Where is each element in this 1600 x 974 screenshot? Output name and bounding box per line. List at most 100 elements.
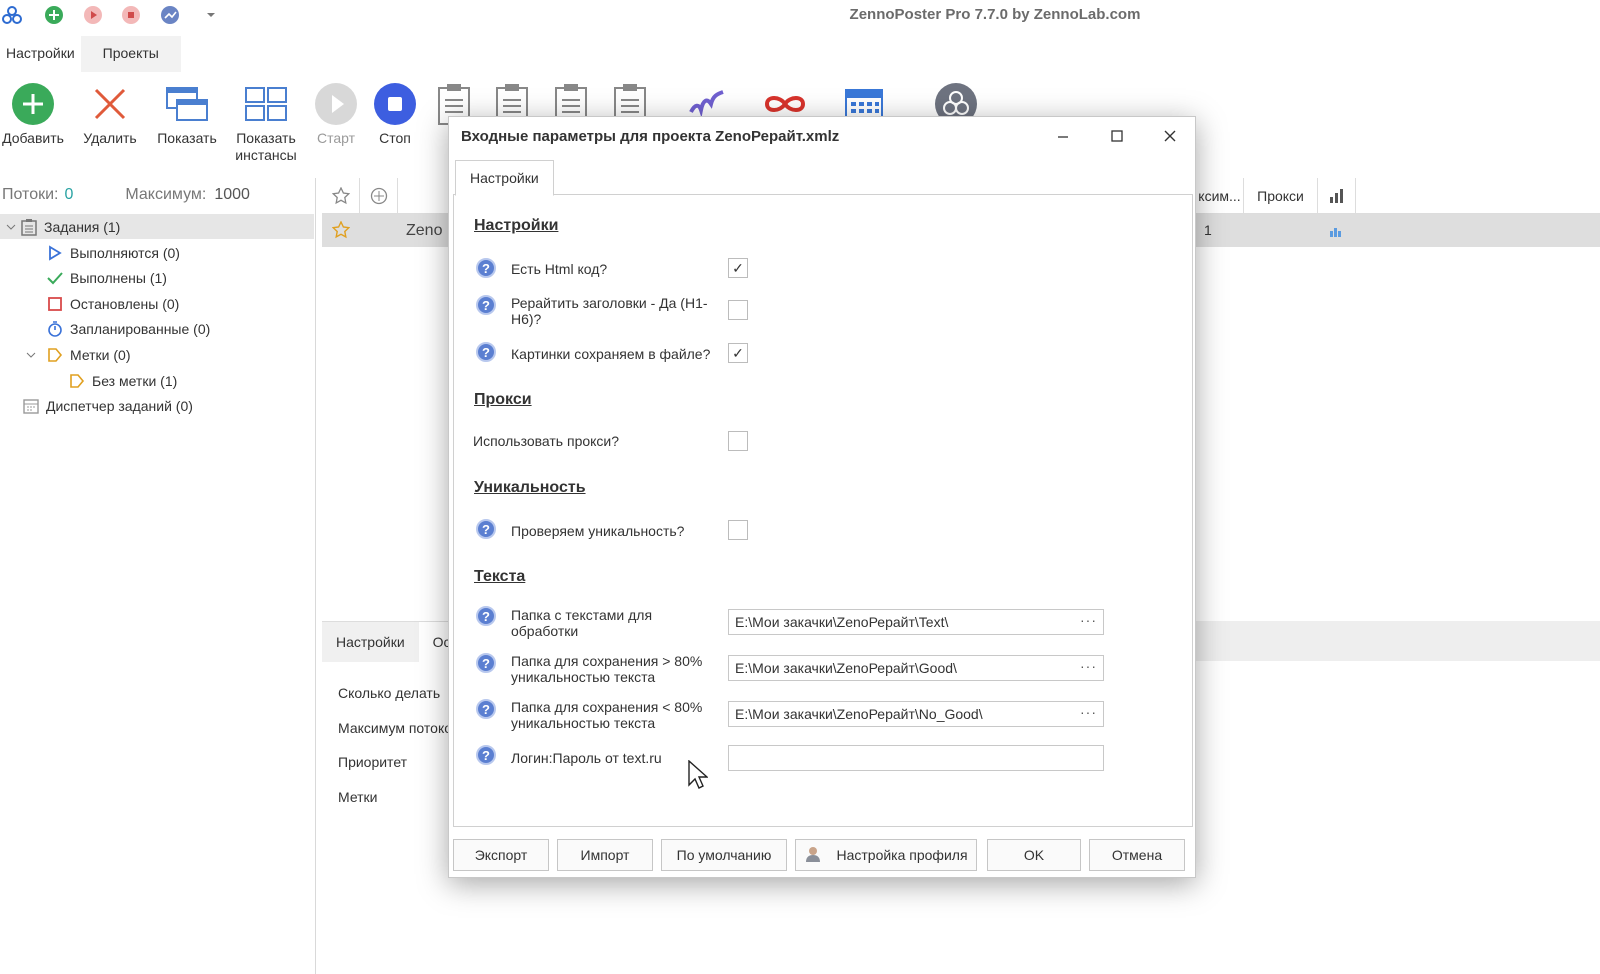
defaults-button[interactable]: По умолчанию — [661, 839, 787, 871]
threads-bar: Потоки: 0 Максимум: 1000 — [0, 178, 315, 212]
help-icon[interactable]: ? — [476, 606, 496, 626]
browse-button[interactable]: ··· — [1080, 702, 1097, 724]
check-unique-label: Проверяем уникальность? — [511, 523, 685, 539]
html-code-label: Есть Html код? — [511, 261, 608, 277]
play-outline-icon — [46, 244, 64, 262]
tree-item-task-manager[interactable]: Диспетчер заданий (0) — [0, 393, 193, 418]
section-texts-heading: Текста — [474, 568, 526, 585]
tag-icon — [46, 346, 64, 364]
help-icon[interactable]: ? — [476, 653, 496, 673]
show-instances-button[interactable]: Показать инстансы — [230, 78, 302, 164]
help-icon[interactable]: ? — [476, 258, 496, 278]
help-icon[interactable]: ? — [476, 699, 496, 719]
tree-item-done[interactable]: Выполнены (1) — [0, 265, 167, 290]
good-folder-value: E:\Мои закачки\ZenoРерайт\Good\ — [735, 660, 957, 676]
add-circle-icon — [0, 78, 66, 130]
tab-settings[interactable]: Настройки — [322, 622, 419, 662]
tab-projects[interactable]: Проекты — [80, 36, 181, 72]
column-max[interactable]: ксим... — [1196, 178, 1244, 214]
tree-label: Запланированные (0) — [70, 320, 211, 337]
mouse-cursor-icon — [688, 759, 709, 793]
windows-icon — [152, 78, 222, 130]
column-proxy[interactable]: Прокси — [1244, 178, 1318, 214]
good-folder-input[interactable]: E:\Мои закачки\ZenoРерайт\Good\ ··· — [728, 655, 1104, 681]
import-button[interactable]: Импорт — [557, 839, 653, 871]
mini-chart-icon — [1330, 224, 1342, 240]
stop-circle-icon — [370, 78, 420, 130]
use-proxy-checkbox[interactable] — [728, 431, 748, 451]
help-icon[interactable]: ? — [476, 745, 496, 765]
tree-label: Метки (0) — [70, 346, 131, 363]
save-images-label: Картинки сохраняем в файле? — [511, 346, 711, 362]
check-unique-checkbox[interactable] — [728, 520, 748, 540]
delete-button[interactable]: Удалить — [78, 78, 142, 147]
texts-folder-input[interactable]: E:\Мои закачки\ZenoРерайт\Text\ ··· — [728, 609, 1104, 635]
threads-value: 0 — [64, 186, 74, 203]
close-icon[interactable] — [1152, 123, 1188, 149]
tree-item-scheduled[interactable]: Запланированные (0) — [0, 316, 210, 341]
tree-label: Выполняются (0) — [70, 244, 180, 261]
ok-button[interactable]: OK — [987, 839, 1081, 871]
max-value: 1000 — [214, 186, 250, 203]
rewrite-headers-label: Рерайтить заголовки - Да (H1-H6)? — [511, 295, 708, 327]
browse-button[interactable]: ··· — [1080, 656, 1097, 678]
chevron-down-icon[interactable] — [4, 218, 18, 236]
stop-button[interactable]: Стоп — [370, 78, 420, 147]
bad-folder-value: E:\Мои закачки\ZenoРерайт\No_Good\ — [735, 706, 983, 722]
star-icon[interactable] — [331, 220, 351, 242]
app-title: ZennoPoster Pro 7.7.0 by ZennoLab.com — [849, 6, 1141, 23]
minimize-icon[interactable] — [1045, 123, 1081, 149]
add-button[interactable]: Добавить — [0, 78, 66, 147]
play-circle-icon — [310, 78, 362, 130]
field-max-threads: Максимум потоко — [338, 720, 453, 736]
tree-label: Диспетчер заданий (0) — [46, 397, 193, 414]
help-icon[interactable]: ? — [476, 342, 496, 362]
export-button[interactable]: Экспорт — [453, 839, 549, 871]
tree-label: Остановлены (0) — [70, 295, 180, 312]
tree-item-tasks[interactable]: Задания (1) — [0, 214, 314, 239]
status-column-icon[interactable] — [360, 178, 398, 214]
tag-icon — [68, 372, 86, 390]
left-panel: Потоки: 0 Максимум: 1000 Задания (1) Вып… — [0, 178, 316, 974]
calendar-icon — [22, 397, 40, 415]
chevron-down-icon[interactable] — [24, 346, 38, 364]
use-proxy-label: Использовать прокси? — [473, 433, 620, 449]
tree-item-running[interactable]: Выполняются (0) — [0, 240, 180, 265]
clipboard-icon — [20, 218, 38, 236]
profile-settings-button[interactable]: Настройка профиля — [795, 839, 977, 871]
tree-item-stopped[interactable]: Остановлены (0) — [0, 291, 179, 316]
profile-settings-label: Настройка профиля — [836, 847, 968, 863]
save-images-checkbox[interactable]: ✓ — [728, 343, 748, 363]
section-settings-heading: Настройки — [474, 217, 559, 234]
show-instances-label-2: инстансы — [235, 147, 297, 163]
dialog-tabbar: Настройки — [453, 159, 1193, 196]
cancel-button[interactable]: Отмена — [1089, 839, 1185, 871]
help-icon[interactable]: ? — [476, 295, 496, 315]
maximize-icon[interactable] — [1099, 123, 1135, 149]
field-priority: Приоритет — [338, 754, 408, 770]
show-label: Показать — [157, 130, 217, 146]
project-max-value: 1 — [1204, 222, 1212, 238]
login-input[interactable] — [728, 745, 1104, 771]
favorite-column-icon[interactable] — [322, 178, 360, 214]
html-code-checkbox[interactable]: ✓ — [728, 258, 748, 278]
bad-folder-input[interactable]: E:\Мои закачки\ZenoРерайт\No_Good\ ··· — [728, 701, 1104, 727]
texts-folder-value: E:\Мои закачки\ZenoРерайт\Text\ — [735, 614, 949, 630]
tree-item-labels[interactable]: Метки (0) — [0, 342, 131, 367]
tab-settings[interactable]: Настройки — [0, 36, 81, 72]
start-button[interactable]: Старт — [310, 78, 362, 147]
instances-grid-icon — [230, 78, 302, 130]
section-proxy-heading: Прокси — [474, 391, 532, 408]
section-uniqueness-heading: Уникальность — [474, 479, 586, 496]
texts-folder-label: Папка с текстами для обработки — [511, 607, 653, 639]
field-how-many: Сколько делать — [338, 685, 441, 701]
help-icon[interactable]: ? — [476, 519, 496, 539]
chart-column-icon[interactable] — [1318, 178, 1356, 214]
tree-item-no-label[interactable]: Без метки (1) — [0, 368, 177, 393]
tab-settings[interactable]: Настройки — [455, 160, 554, 196]
bottom-tabs: Настройки Ос — [322, 622, 465, 662]
project-name: Zeno — [406, 222, 443, 239]
browse-button[interactable]: ··· — [1080, 610, 1097, 632]
rewrite-headers-checkbox[interactable] — [728, 300, 748, 320]
show-button[interactable]: Показать — [152, 78, 222, 147]
